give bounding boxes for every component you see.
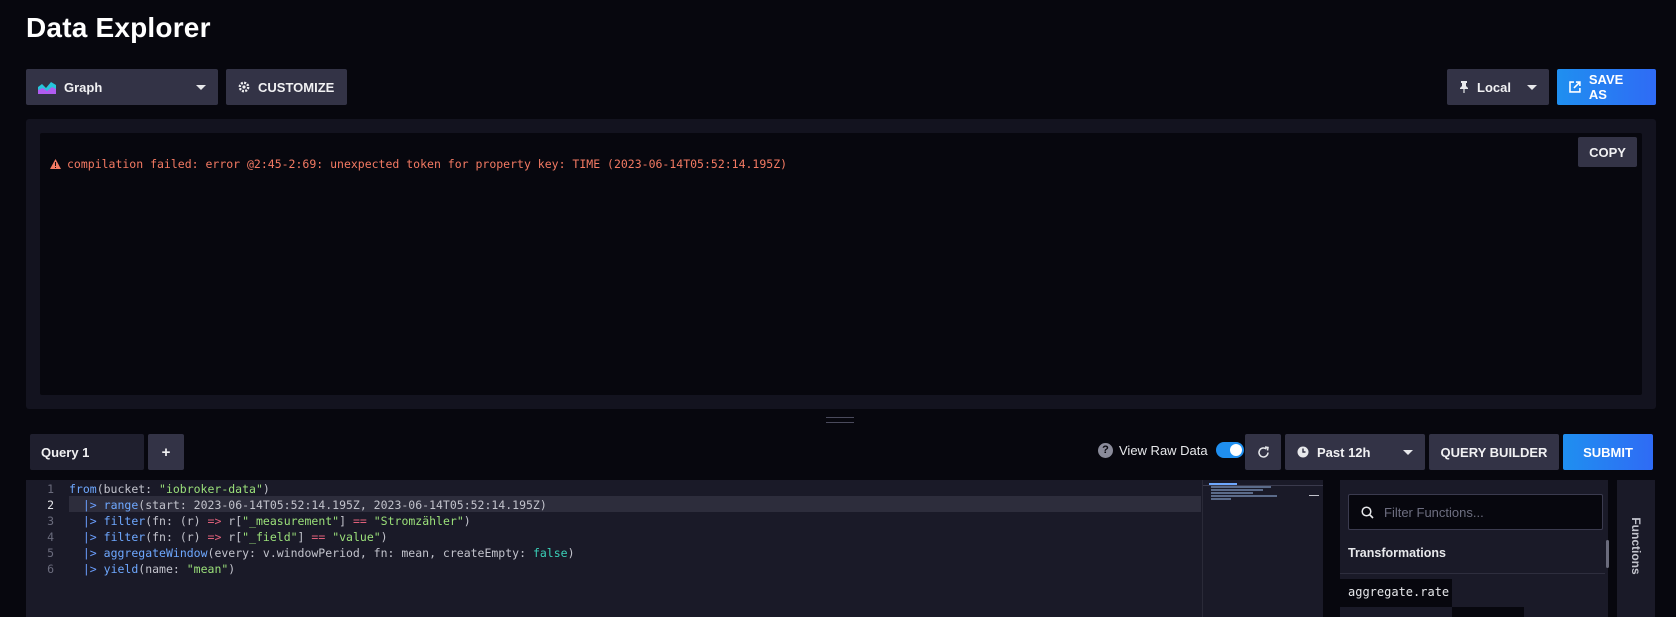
warning-icon: [50, 159, 61, 169]
functions-tab[interactable]: Functions: [1617, 480, 1655, 617]
line-number: 2: [47, 498, 54, 512]
pin-icon: [1460, 81, 1468, 93]
submit-button[interactable]: SUBMIT: [1563, 434, 1653, 470]
view-raw-data-toggle[interactable]: ? View Raw Data: [1098, 442, 1244, 458]
toggle-switch[interactable]: [1215, 442, 1244, 458]
filter-functions-input[interactable]: Filter Functions...: [1348, 494, 1603, 530]
save-as-label: SAVE AS: [1588, 72, 1624, 102]
code-line[interactable]: |> aggregateWindow(every: v.windowPeriod…: [69, 546, 575, 560]
copy-button[interactable]: COPY: [1578, 137, 1637, 167]
error-message: compilation failed: error @2:45-2:69: un…: [50, 157, 787, 171]
query-tab-label: Query 1: [41, 444, 90, 460]
add-query-button[interactable]: +: [148, 434, 184, 470]
chevron-down-icon: [196, 84, 206, 90]
code-line[interactable]: from(bucket: "iobroker-data"): [69, 482, 270, 496]
results-view: [40, 133, 1642, 395]
external-link-icon: [1569, 81, 1581, 93]
code-line[interactable]: |> filter(fn: (r) => r["_field"] == "val…: [69, 530, 388, 544]
time-range-dropdown[interactable]: Past 12h: [1285, 434, 1425, 470]
line-number: 3: [47, 514, 54, 528]
visualization-type-dropdown[interactable]: Graph: [26, 69, 218, 105]
refresh-icon: [1257, 445, 1269, 458]
resize-handle[interactable]: [826, 417, 854, 423]
functions-section-title: Transformations: [1348, 546, 1446, 560]
copy-label: COPY: [1589, 144, 1626, 160]
function-tooltip-edge: [1452, 607, 1524, 617]
chevron-down-icon: [1527, 84, 1537, 90]
visualization-type-label: Graph: [64, 79, 103, 95]
time-range-label: Past 12h: [1317, 444, 1371, 460]
query-builder-label: QUERY BUILDER: [1440, 444, 1548, 460]
help-icon[interactable]: ?: [1098, 442, 1113, 458]
customize-label: CUSTOMIZE: [258, 79, 335, 95]
error-text: compilation failed: error @2:45-2:69: un…: [67, 157, 788, 171]
code-line[interactable]: |> yield(name: "mean"): [69, 562, 235, 576]
timezone-label: Local: [1477, 79, 1511, 95]
function-item[interactable]: aggregate.rate: [1340, 579, 1452, 607]
line-number: 1: [47, 482, 54, 496]
timezone-dropdown[interactable]: Local: [1447, 69, 1549, 105]
line-number: 6: [47, 562, 54, 576]
customize-button[interactable]: CUSTOMIZE: [226, 69, 347, 105]
line-number: 4: [47, 530, 54, 544]
divider: [1340, 573, 1605, 574]
clock-icon: [1297, 446, 1309, 458]
code-line[interactable]: |> range(start: 2023-06-14T05:52:14.195Z…: [69, 498, 547, 512]
gear-icon: [238, 81, 250, 93]
functions-tab-label: Functions: [1629, 517, 1643, 575]
query-builder-button[interactable]: QUERY BUILDER: [1429, 434, 1559, 470]
submit-label: SUBMIT: [1583, 444, 1633, 460]
view-raw-data-label: View Raw Data: [1119, 442, 1208, 458]
code-line[interactable]: |> filter(fn: (r) => r["_measurement"] =…: [69, 514, 471, 528]
search-icon: [1361, 505, 1374, 519]
tab-query-1[interactable]: Query 1: [30, 434, 144, 470]
chevron-down-icon: [1403, 449, 1413, 455]
functions-scrollbar[interactable]: [1606, 540, 1609, 568]
filter-functions-placeholder: Filter Functions...: [1384, 504, 1484, 520]
graph-icon: [38, 82, 56, 94]
add-icon: +: [161, 443, 171, 461]
page-title: Data Explorer: [26, 12, 211, 43]
editor-minimap[interactable]: [1202, 480, 1323, 617]
line-number: 5: [47, 546, 54, 560]
refresh-button[interactable]: [1245, 434, 1281, 470]
save-as-button[interactable]: SAVE AS: [1557, 69, 1656, 105]
